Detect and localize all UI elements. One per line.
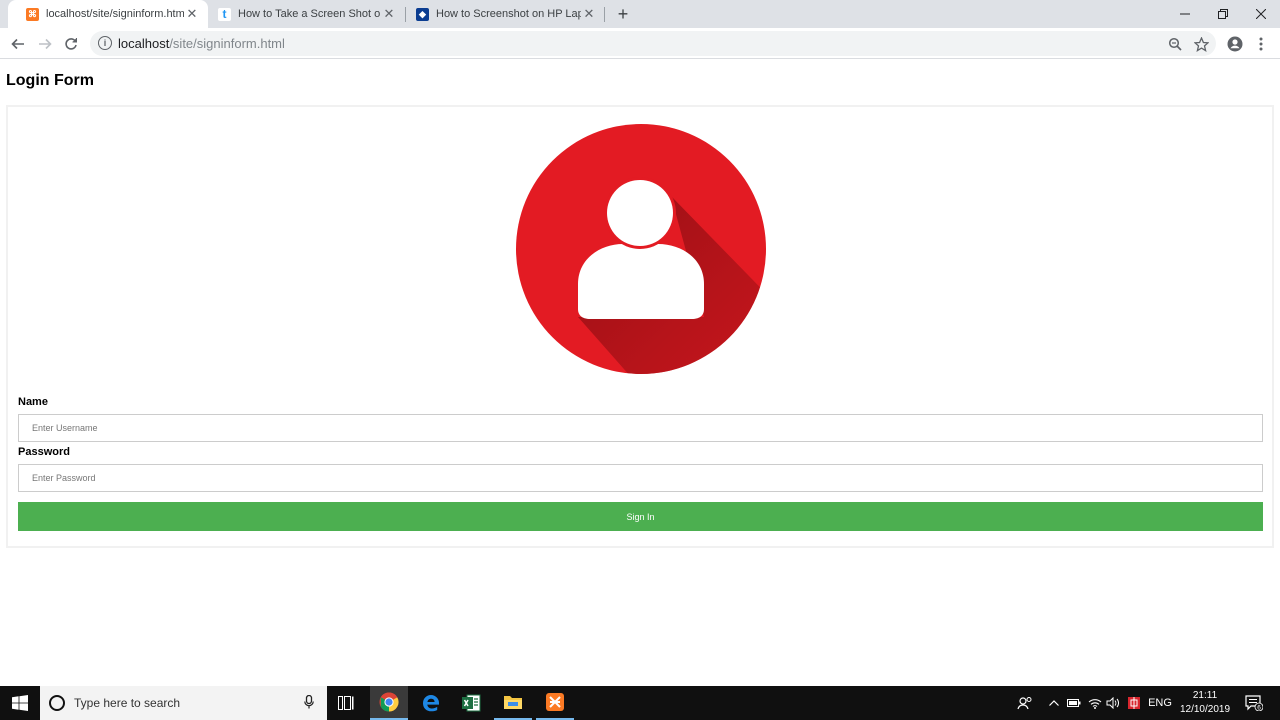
tab-signinform[interactable]: ⌘ localhost/site/signinform.html ✕ xyxy=(8,0,208,28)
user-avatar-icon xyxy=(516,124,766,374)
page-title: Login Form xyxy=(6,72,94,89)
clock-time: 21:11 xyxy=(1192,690,1218,701)
task-view-button[interactable] xyxy=(327,686,365,720)
taskbar-search-box[interactable]: Type here to search xyxy=(40,686,327,720)
forward-button[interactable] xyxy=(34,33,56,55)
start-button[interactable] xyxy=(0,686,40,720)
taskbar-edge[interactable] xyxy=(412,686,450,720)
reload-button[interactable] xyxy=(60,33,82,55)
taskbar-excel[interactable] xyxy=(452,686,490,720)
taskbar-xampp[interactable] xyxy=(536,686,574,720)
search-placeholder: Type here to search xyxy=(74,696,181,710)
t-icon: t xyxy=(218,7,231,21)
microphone-icon[interactable] xyxy=(299,694,319,712)
close-tab-icon[interactable]: ✕ xyxy=(581,6,597,22)
taskbar-clock[interactable]: 21:11 12/10/2019 xyxy=(1172,689,1238,717)
browser-toolbar: i localhost/site/signinform.html xyxy=(0,28,1280,59)
url-host: localhost xyxy=(118,36,170,51)
sign-in-button[interactable]: Sign In xyxy=(18,502,1263,531)
close-tab-icon[interactable]: ✕ xyxy=(381,6,397,22)
edge-icon xyxy=(423,695,439,712)
name-label: Name xyxy=(18,396,48,408)
password-label: Password xyxy=(18,446,70,458)
volume-icon[interactable] xyxy=(1104,686,1122,720)
url-text: localhost/site/signinform.html xyxy=(118,36,285,51)
site-info-icon[interactable]: i xyxy=(98,36,112,50)
chrome-icon xyxy=(379,692,399,712)
windows-logo-icon xyxy=(12,695,28,711)
url-path: /site/signinform.html xyxy=(169,36,285,51)
reload-icon xyxy=(65,38,77,50)
tab-title: localhost/site/signinform.html xyxy=(46,8,184,20)
back-button[interactable] xyxy=(7,33,29,55)
password-input[interactable] xyxy=(18,464,1263,492)
login-form: Name Password Sign In xyxy=(6,105,1274,548)
people-icon[interactable] xyxy=(1014,686,1036,720)
new-tab-button[interactable]: + xyxy=(612,4,634,24)
page-content: Login Form Name Password Sign In xyxy=(0,59,1280,686)
tab-title: How to Screenshot on HP Laptop xyxy=(436,8,581,20)
taskbar: Type here to search ENG 21:11 12/10/2019… xyxy=(0,686,1280,720)
close-window-button[interactable] xyxy=(1242,0,1280,28)
menu-kebab-icon[interactable] xyxy=(1251,34,1271,54)
folder-icon xyxy=(504,696,522,709)
restore-icon xyxy=(1218,9,1228,19)
account-icon[interactable] xyxy=(1225,34,1245,54)
close-icon xyxy=(1256,9,1266,19)
minimize-icon xyxy=(1180,13,1190,15)
tab-strip: ⌘ localhost/site/signinform.html ✕ t How… xyxy=(0,0,1280,28)
antivirus-icon[interactable] xyxy=(1125,686,1143,720)
minimize-button[interactable] xyxy=(1166,0,1204,28)
xampp-icon: ⌘ xyxy=(26,7,39,21)
notification-icon: 6 xyxy=(1245,695,1263,711)
tab-separator xyxy=(604,7,605,22)
taskbar-chrome[interactable] xyxy=(370,686,408,720)
cortana-icon xyxy=(49,695,65,711)
hp-icon: ◆ xyxy=(416,7,429,21)
excel-icon xyxy=(462,694,481,712)
tab-title: How to Take a Screen Shot on a W xyxy=(238,8,381,20)
close-tab-icon[interactable]: ✕ xyxy=(184,6,200,22)
wifi-icon[interactable] xyxy=(1086,686,1104,720)
zoom-icon[interactable] xyxy=(1166,35,1184,53)
address-bar[interactable]: i localhost/site/signinform.html xyxy=(90,31,1216,56)
tab-hp-screenshot[interactable]: ◆ How to Screenshot on HP Laptop ✕ xyxy=(398,0,605,28)
notification-count: 6 xyxy=(1257,704,1261,711)
restore-button[interactable] xyxy=(1204,0,1242,28)
username-input[interactable] xyxy=(18,414,1263,442)
show-hidden-icons-chevron-up-icon[interactable] xyxy=(1045,686,1063,720)
bookmark-star-icon[interactable] xyxy=(1192,35,1210,53)
taskbar-file-explorer[interactable] xyxy=(494,686,532,720)
forward-arrow-icon xyxy=(39,38,52,50)
xampp-icon xyxy=(546,693,564,711)
clock-date: 12/10/2019 xyxy=(1179,704,1231,715)
back-arrow-icon xyxy=(11,38,24,50)
task-view-icon xyxy=(338,696,354,710)
tab-screenshot-guide[interactable]: t How to Take a Screen Shot on a W ✕ xyxy=(200,0,405,28)
action-center-button[interactable]: 6 xyxy=(1242,686,1266,720)
battery-icon[interactable] xyxy=(1065,686,1083,720)
language-indicator[interactable]: ENG xyxy=(1145,686,1175,720)
